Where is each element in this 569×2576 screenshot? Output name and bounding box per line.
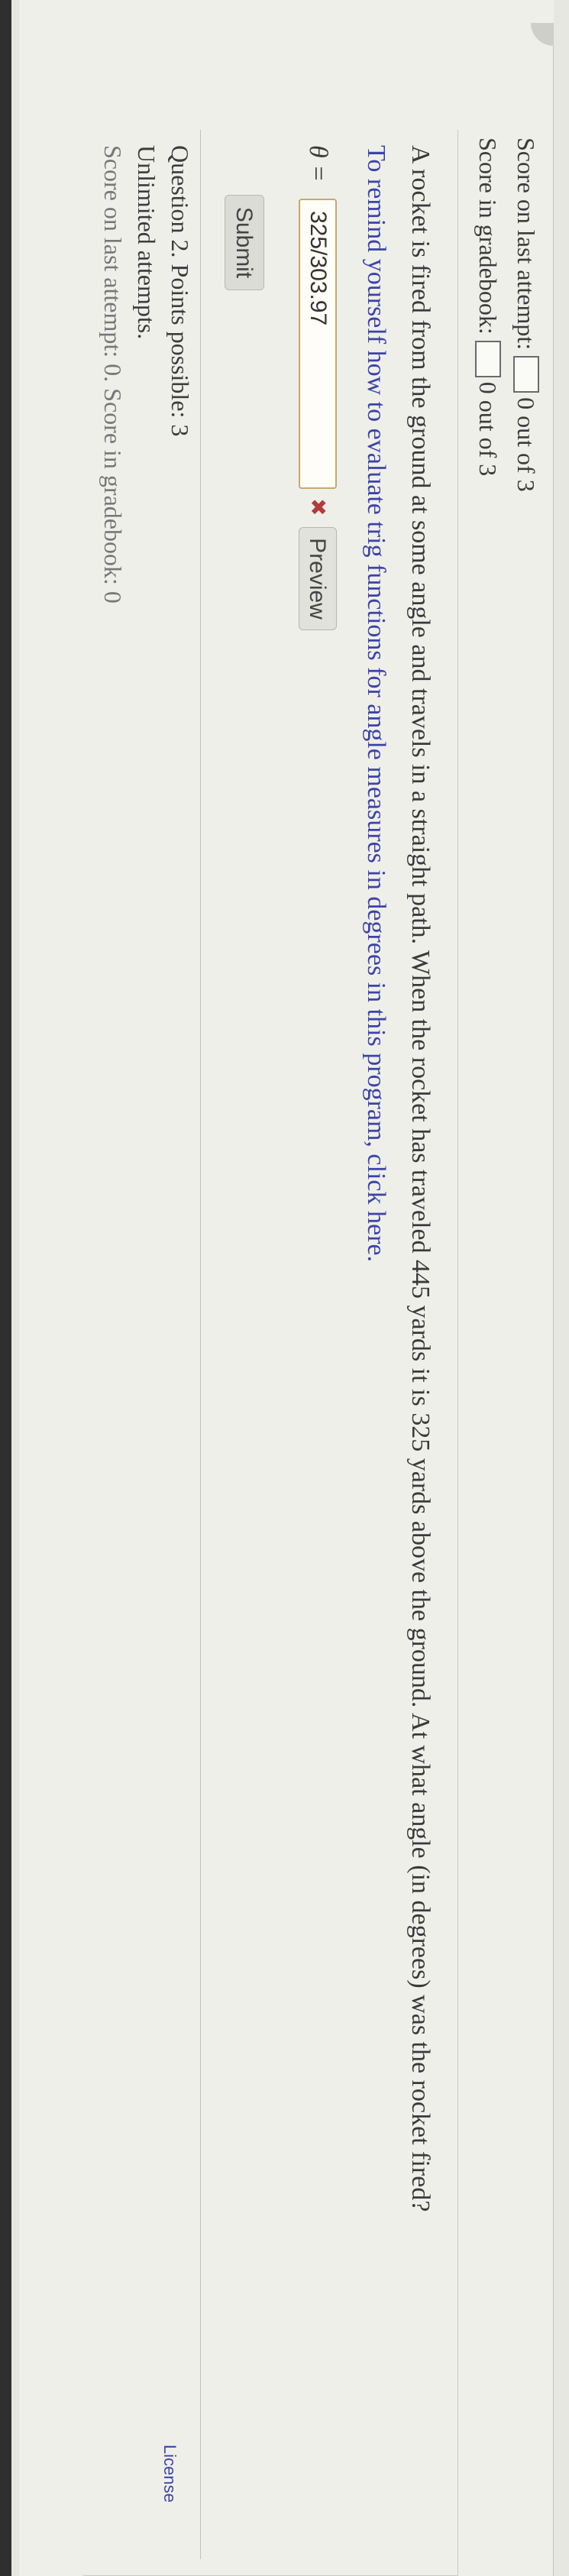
score-box-icon	[475, 340, 501, 377]
last-attempt-label: Score on last attempt:	[512, 138, 540, 351]
next-question-scores: Score on last attempt: 0. Score in grade…	[99, 145, 127, 604]
top-divider	[553, 46, 554, 2576]
license-link[interactable]: License	[160, 2445, 179, 2503]
question-card: Score on last attempt: 0 out of 3 Score i…	[19, 0, 554, 2576]
answer-label: θ =	[304, 145, 332, 183]
question-text: A rocket is fired from the ground at som…	[406, 145, 435, 2212]
rotated-page: Score on last attempt: 0 out of 3 Score i…	[0, 0, 569, 2576]
score-box-icon	[513, 356, 539, 393]
incorrect-x-icon: ✖	[306, 498, 331, 516]
next-question-header: Question 2. Points possible: 3 Unlimited…	[93, 145, 194, 604]
gradebook-label: Score in gradebook:	[474, 138, 502, 335]
last-attempt-value: 0 out of 3	[512, 397, 540, 492]
gradebook-value: 0 out of 3	[474, 381, 502, 477]
preview-button[interactable]: Preview	[299, 527, 337, 630]
help-link[interactable]: To remind yourself how to evaluate trig …	[361, 145, 390, 1262]
gradebook-score: Score in gradebook: 0 out of 3	[474, 138, 502, 476]
bottom-bar	[0, 0, 11, 2576]
next-question-attempts: Unlimited attempts.	[133, 145, 160, 340]
question-area: A rocket is fired from the ground at som…	[83, 130, 457, 2576]
next-question-title: Question 2. Points possible: 3	[166, 145, 194, 437]
score-summary: Score on last attempt: 0 out of 3 Score i…	[457, 130, 546, 2576]
window-corner	[531, 23, 554, 46]
submit-button[interactable]: Submit	[225, 195, 264, 290]
answer-input[interactable]: 325/303.97	[299, 199, 337, 489]
last-attempt-score: Score on last attempt: 0 out of 3	[512, 138, 540, 492]
question-divider	[200, 130, 201, 2559]
